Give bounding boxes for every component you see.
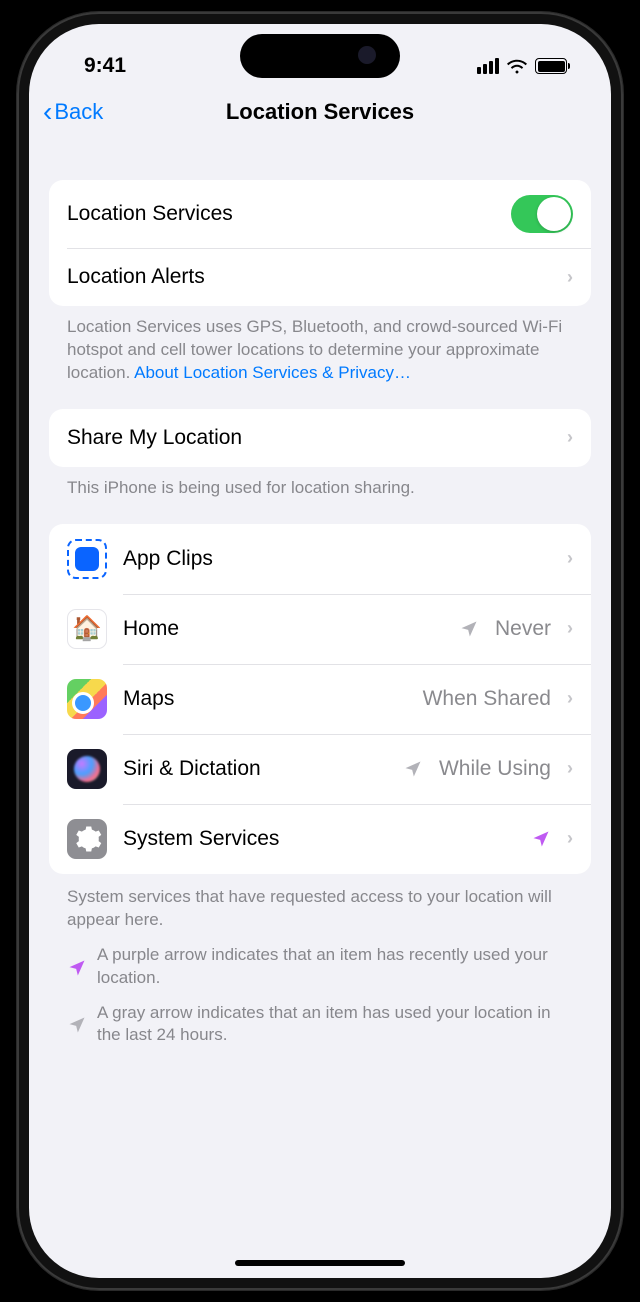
privacy-link[interactable]: About Location Services & Privacy… bbox=[134, 363, 411, 382]
location-arrow-gray-icon bbox=[459, 619, 479, 639]
home-app-row[interactable]: 🏠 Home Never › bbox=[49, 594, 591, 664]
row-value: When Shared bbox=[423, 687, 551, 711]
system-services-row[interactable]: System Services › bbox=[49, 804, 591, 874]
chevron-right-icon: › bbox=[567, 427, 573, 448]
page-title: Location Services bbox=[226, 99, 414, 125]
chevron-left-icon: ‹ bbox=[43, 98, 52, 126]
location-arrow-purple-icon bbox=[531, 829, 551, 849]
home-app-icon: 🏠 bbox=[67, 609, 107, 649]
share-my-location-row[interactable]: Share My Location › bbox=[49, 409, 591, 467]
location-arrow-gray-icon bbox=[403, 759, 423, 779]
back-button[interactable]: ‹ Back bbox=[43, 98, 103, 126]
row-label: Location Services bbox=[67, 202, 495, 226]
row-value: Never bbox=[495, 617, 551, 641]
row-label: Share My Location bbox=[67, 426, 551, 450]
chevron-right-icon: › bbox=[567, 828, 573, 849]
location-services-row[interactable]: Location Services bbox=[49, 180, 591, 248]
maps-app-row[interactable]: Maps When Shared › bbox=[49, 664, 591, 734]
location-services-toggle[interactable] bbox=[511, 195, 573, 233]
row-label: App Clips bbox=[123, 547, 551, 571]
battery-icon bbox=[535, 58, 567, 74]
apps-group: App Clips › 🏠 Home Never › Maps When Sha… bbox=[49, 524, 591, 874]
legend: System services that have requested acce… bbox=[49, 874, 591, 1048]
home-indicator[interactable] bbox=[235, 1260, 405, 1266]
app-clips-icon bbox=[67, 539, 107, 579]
app-clips-row[interactable]: App Clips › bbox=[49, 524, 591, 594]
siri-app-icon bbox=[67, 749, 107, 789]
navigation-bar: ‹ Back Location Services bbox=[29, 90, 611, 138]
dynamic-island bbox=[240, 34, 400, 78]
status-indicators bbox=[477, 58, 567, 74]
location-arrow-purple-icon bbox=[67, 946, 87, 990]
main-settings-group: Location Services Location Alerts › bbox=[49, 180, 591, 306]
location-arrow-gray-icon bbox=[67, 1004, 87, 1048]
siri-app-row[interactable]: Siri & Dictation While Using › bbox=[49, 734, 591, 804]
row-label: System Services bbox=[123, 827, 515, 851]
screen: 9:41 ‹ Back Location Services Location S… bbox=[29, 24, 611, 1278]
back-label: Back bbox=[54, 99, 103, 125]
chevron-right-icon: › bbox=[567, 267, 573, 288]
share-location-description: This iPhone is being used for location s… bbox=[49, 467, 591, 500]
chevron-right-icon: › bbox=[567, 688, 573, 709]
content: Location Services Location Alerts › Loca… bbox=[29, 180, 611, 1047]
location-alerts-row[interactable]: Location Alerts › bbox=[49, 248, 591, 306]
chevron-right-icon: › bbox=[567, 758, 573, 779]
legend-gray-text: A gray arrow indicates that an item has … bbox=[97, 1002, 573, 1048]
row-label: Location Alerts bbox=[67, 265, 551, 289]
legend-purple-text: A purple arrow indicates that an item ha… bbox=[97, 944, 573, 990]
row-label: Maps bbox=[123, 687, 407, 711]
system-services-icon bbox=[67, 819, 107, 859]
row-label: Home bbox=[123, 617, 443, 641]
row-value: While Using bbox=[439, 757, 551, 781]
status-time: 9:41 bbox=[84, 54, 126, 78]
legend-purple-row: A purple arrow indicates that an item ha… bbox=[67, 944, 573, 990]
phone-frame: 9:41 ‹ Back Location Services Location S… bbox=[17, 12, 623, 1290]
share-location-group: Share My Location › bbox=[49, 409, 591, 467]
chevron-right-icon: › bbox=[567, 548, 573, 569]
legend-gray-row: A gray arrow indicates that an item has … bbox=[67, 1002, 573, 1048]
row-label: Siri & Dictation bbox=[123, 757, 387, 781]
wifi-icon bbox=[506, 58, 528, 74]
location-services-description: Location Services uses GPS, Bluetooth, a… bbox=[49, 306, 591, 385]
system-services-footer: System services that have requested acce… bbox=[67, 886, 573, 932]
cellular-signal-icon bbox=[477, 58, 499, 74]
maps-app-icon bbox=[67, 679, 107, 719]
chevron-right-icon: › bbox=[567, 618, 573, 639]
